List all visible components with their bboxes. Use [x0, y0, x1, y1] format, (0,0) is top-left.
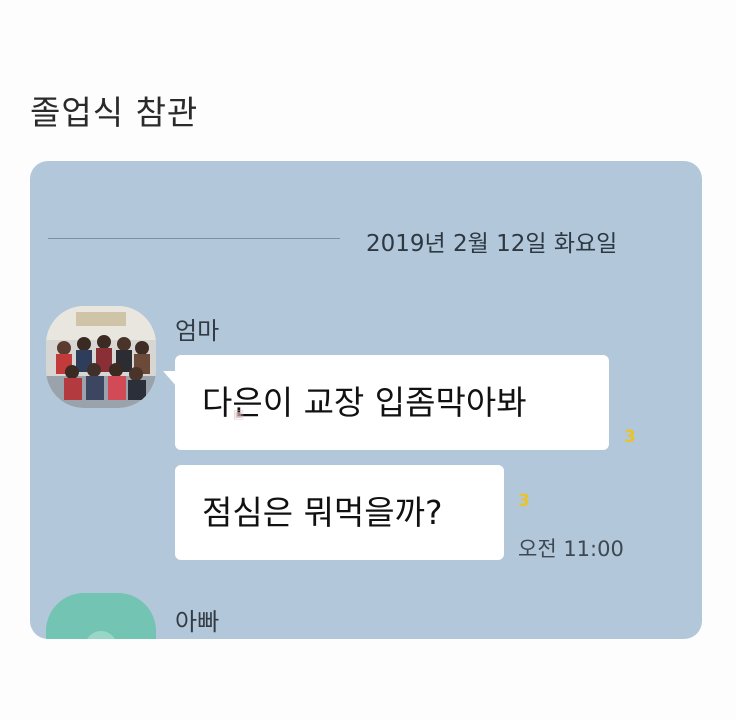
- message-text: 점심은 뭐먹을까?: [202, 493, 443, 532]
- date-divider-text: 2019년 2월 12일 화요일: [366, 231, 618, 257]
- post-title: 졸업식 참관: [30, 93, 199, 132]
- message-time: 오전 11:00: [518, 537, 624, 561]
- group-photo-image: [46, 306, 156, 408]
- dad-avatar[interactable]: [46, 593, 156, 639]
- message-text: 다은이 교장 입좀막아봐: [202, 383, 527, 422]
- unread-count: 3: [624, 427, 636, 447]
- bubble-tail: [163, 371, 177, 387]
- date-divider-line: [48, 238, 340, 239]
- message-bubble[interactable]: 다은이 교장 입좀막아봐: [163, 355, 609, 450]
- chat-screenshot: 2019년 2월 12일 화요일 엄마 다은이 교장 입좀막아봐 ▣ 3 점심은…: [30, 161, 702, 639]
- sender-name-mom: 엄마: [175, 317, 220, 345]
- message-bubble[interactable]: 점심은 뭐먹을까?: [175, 465, 504, 560]
- date-divider: 2019년 2월 12일 화요일: [30, 227, 702, 257]
- default-profile-icon: [87, 631, 115, 639]
- page: 졸업식 참관 2019년 2월 12일 화요일 엄마 다은이 교장 입좀막아봐 …: [0, 0, 736, 720]
- watermark: ▣: [233, 407, 245, 421]
- sender-name-dad: 아빠: [175, 608, 220, 636]
- unread-count: 3: [518, 491, 530, 511]
- mom-avatar[interactable]: [46, 306, 156, 408]
